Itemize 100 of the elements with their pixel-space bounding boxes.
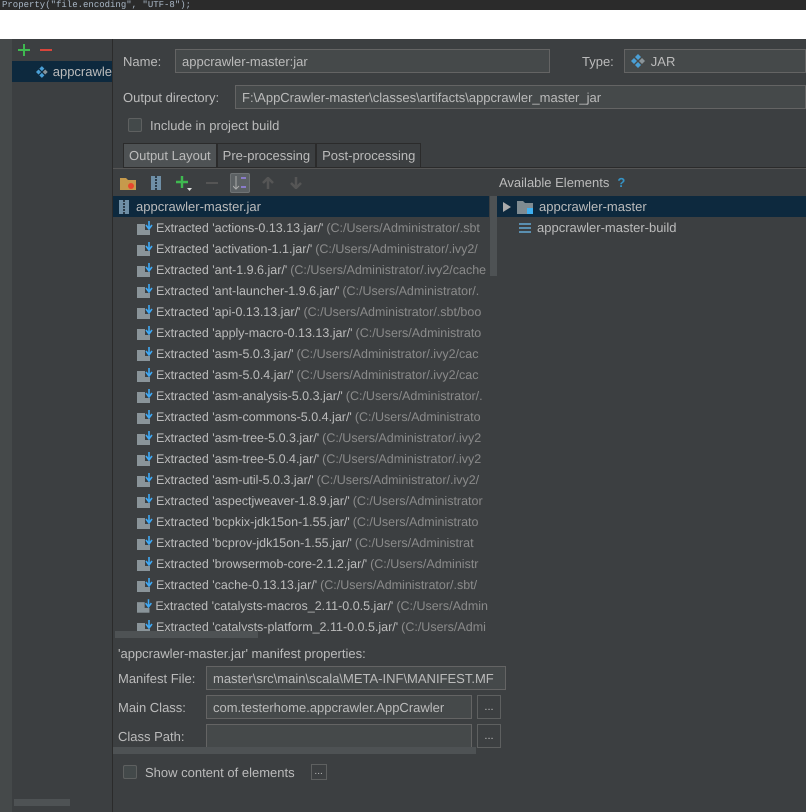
- entry-path: (C:/Users/Administrator/.ivy2: [322, 452, 482, 466]
- entry-name: Extracted 'asm-5.0.3.jar/': [156, 346, 294, 360]
- extract-icon: [137, 304, 153, 318]
- entry-path: (C:/Users/Admin: [396, 598, 488, 612]
- available-element[interactable]: appcrawler-master: [497, 196, 806, 217]
- tree-item[interactable]: Extracted 'asm-5.0.4.jar/' (C:/Users/Administrator/.ivy2/cac: [113, 364, 488, 385]
- manifest-label: Manifest File:: [118, 670, 196, 686]
- entry-path: (C:/Users/Administrator/.ivy2/: [316, 472, 480, 486]
- entry-name: Extracted 'asm-tree-5.0.4.jar/': [156, 452, 320, 466]
- entry-name: Extracted 'asm-commons-5.0.4.jar/': [156, 410, 352, 424]
- entry-name: Extracted 'api-0.13.13.jar/': [156, 304, 300, 318]
- tree-item[interactable]: Extracted 'asm-tree-5.0.4.jar/' (C:/Users/Administrator/.ivy2: [113, 448, 488, 469]
- entry-name: Extracted 'catalysts-platform_2.11-0.0.5.jar/': [156, 620, 398, 634]
- tree-item[interactable]: Extracted 'api-0.13.13.jar/' (C:/Users/Administrator/.sbt/boo: [113, 301, 488, 322]
- entry-path: (C:/Users/Administrato: [354, 410, 481, 424]
- extract-icon: [137, 262, 153, 276]
- expand-arrow-icon[interactable]: [503, 202, 511, 212]
- type-dropdown[interactable]: JAR: [624, 49, 806, 73]
- tree-item[interactable]: Extracted 'apply-macro-0.13.13.jar/' (C:/Users/Administrato: [113, 322, 488, 343]
- artifact-icon: [630, 54, 645, 68]
- tree-root-row[interactable]: appcrawler-master.jar: [113, 196, 489, 217]
- extract-icon: [137, 452, 153, 466]
- extract-icon: [137, 494, 153, 508]
- scrollbar[interactable]: [490, 196, 497, 276]
- scrollbar[interactable]: [113, 747, 476, 754]
- options-button[interactable]: ...: [310, 764, 327, 780]
- tree-item[interactable]: Extracted 'actions-0.13.13.jar/' (C:/Users/Administrator/.sbt: [113, 217, 488, 238]
- entry-path: (C:/Users/Administrato: [356, 326, 482, 340]
- entry-path: (C:/Users/Administr: [370, 556, 478, 570]
- tree-item[interactable]: Extracted 'browsermob-core-2.1.2.jar/' (C:/Users/Administr: [113, 553, 488, 574]
- archive-icon: [118, 200, 130, 214]
- manifest-title: 'appcrawler-master.jar' manifest properties:: [118, 646, 367, 661]
- name-field[interactable]: appcrawler-master:jar: [175, 49, 550, 73]
- browse-button[interactable]: ...: [477, 695, 501, 719]
- checkbox-label: Include in project build: [150, 118, 280, 132]
- extract-icon: [137, 472, 153, 486]
- entry-path: (C:/Users/Admi: [401, 620, 486, 634]
- checkbox[interactable]: [128, 118, 142, 132]
- extract-icon: [137, 220, 153, 234]
- entry-path: (C:/Users/Administrator/.: [346, 388, 483, 402]
- help-icon[interactable]: ?: [617, 175, 626, 190]
- entry-path: (C:/Users/Administrat: [354, 536, 474, 550]
- tree-item[interactable]: Extracted 'ant-launcher-1.9.6.jar/' (C:/Users/Administrator/.: [113, 280, 488, 301]
- manifest-label: Class Path:: [118, 728, 186, 744]
- tab[interactable]: Output Layout: [123, 143, 217, 167]
- manifest-field[interactable]: [206, 724, 472, 748]
- entry-name: Extracted 'bcprov-jdk15on-1.55.jar/': [156, 536, 352, 550]
- tree-item[interactable]: Extracted 'catalysts-macros_2.11-0.0.5.jar/' (C:/Users/Admin: [113, 595, 488, 616]
- extract-icon: [137, 388, 153, 402]
- checkbox[interactable]: [123, 765, 137, 779]
- entry-path: (C:/Users/Administrator/.ivy2/: [315, 242, 478, 256]
- checkbox-label: Show content of elements: [145, 764, 295, 780]
- tab[interactable]: Pre-processing: [216, 143, 316, 167]
- extract-icon: [137, 430, 153, 444]
- entry-path: (C:/Users/Administrator/.ivy2: [322, 430, 482, 444]
- entry-name: Extracted 'ant-1.9.6.jar/': [156, 262, 288, 276]
- entry-name: Extracted 'aspectjweaver-1.8.9.jar/': [156, 494, 350, 508]
- library-icon: [519, 222, 531, 234]
- sort-icon[interactable]: [230, 172, 250, 192]
- tree-item[interactable]: Extracted 'ant-1.9.6.jar/' (C:/Users/Administrator/.ivy2/cache: [113, 259, 488, 280]
- tree-item[interactable]: Extracted 'bcprov-jdk15on-1.55.jar/' (C:/Users/Administrat: [113, 532, 488, 553]
- tree-item[interactable]: Extracted 'activation-1.1.jar/' (C:/Users/Administrator/.ivy2/: [113, 238, 488, 259]
- entry-path: (C:/Users/Administrator/.sbt/boo: [303, 304, 482, 318]
- extract-icon: [137, 598, 152, 612]
- tree-item[interactable]: Extracted 'asm-commons-5.0.4.jar/' (C:/Users/Administrato: [113, 406, 488, 427]
- tree-item-label: appcrawler-master.jar: [136, 199, 261, 214]
- entry-name: Extracted 'cache-0.13.13.jar/': [156, 578, 318, 592]
- browse-button[interactable]: ...: [477, 724, 501, 748]
- entry-name: Extracted 'activation-1.1.jar/': [156, 242, 312, 256]
- tree-item[interactable]: Extracted 'asm-5.0.3.jar/' (C:/Users/Administrator/.ivy2/cac: [113, 343, 488, 364]
- manifest-field[interactable]: master\src\main\scala\META-INF\MANIFEST.MF: [206, 666, 506, 690]
- entry-path: (C:/Users/Administrator/.sbt: [326, 220, 480, 234]
- tree-item[interactable]: Extracted 'asm-analysis-5.0.3.jar/' (C:/Users/Administrator/.: [113, 385, 488, 406]
- add-icon[interactable]: [18, 44, 30, 56]
- tree-item[interactable]: Extracted 'cache-0.13.13.jar/' (C:/Users/Administrator/.sbt/: [113, 574, 488, 595]
- entry-name: Extracted 'asm-analysis-5.0.3.jar/': [156, 388, 343, 402]
- tab[interactable]: Post-processing: [316, 143, 422, 167]
- tree-item[interactable]: Extracted 'asm-util-5.0.3.jar/' (C:/Users/Administrator/.ivy2/: [113, 469, 488, 490]
- extract-icon: [137, 284, 153, 298]
- element-label: appcrawler-master: [539, 199, 647, 214]
- entry-name: Extracted 'apply-macro-0.13.13.jar/': [156, 326, 353, 340]
- tree-item[interactable]: Extracted 'asm-tree-5.0.3.jar/' (C:/Users/Administrator/.ivy2: [113, 427, 488, 448]
- sidebar-item[interactable]: appcrawle: [12, 61, 112, 82]
- entry-path: (C:/Users/Administrator/.ivy2/cache: [290, 262, 486, 276]
- extract-icon: [137, 410, 153, 424]
- entry-name: Extracted 'ant-launcher-1.9.6.jar/': [156, 284, 340, 298]
- entry-path: (C:/Users/Administrator/.: [342, 284, 480, 298]
- entry-name: Extracted 'asm-util-5.0.3.jar/': [156, 472, 314, 486]
- manifest-field[interactable]: com.testerhome.appcrawler.AppCrawler: [206, 695, 472, 719]
- extract-icon: [137, 556, 153, 570]
- extract-icon: [137, 578, 153, 592]
- manifest-label: Main Class:: [118, 700, 187, 714]
- entry-name: Extracted 'actions-0.13.13.jar/': [156, 220, 324, 234]
- entry-name: Extracted 'asm-5.0.4.jar/': [156, 368, 294, 382]
- folder-icon: [517, 200, 533, 214]
- tree-item[interactable]: Extracted 'bcpkix-jdk15on-1.55.jar/' (C:/Users/Administrato: [113, 511, 488, 532]
- name-label: Name:: [123, 54, 162, 68]
- available-element[interactable]: appcrawler-master-build: [497, 217, 806, 238]
- tree-item[interactable]: Extracted 'aspectjweaver-1.8.9.jar/' (C:/Users/Administrator: [113, 490, 488, 511]
- output-directory-field[interactable]: F:\AppCrawler-master\classes\artifacts\appcrawler_master_jar: [235, 85, 806, 109]
